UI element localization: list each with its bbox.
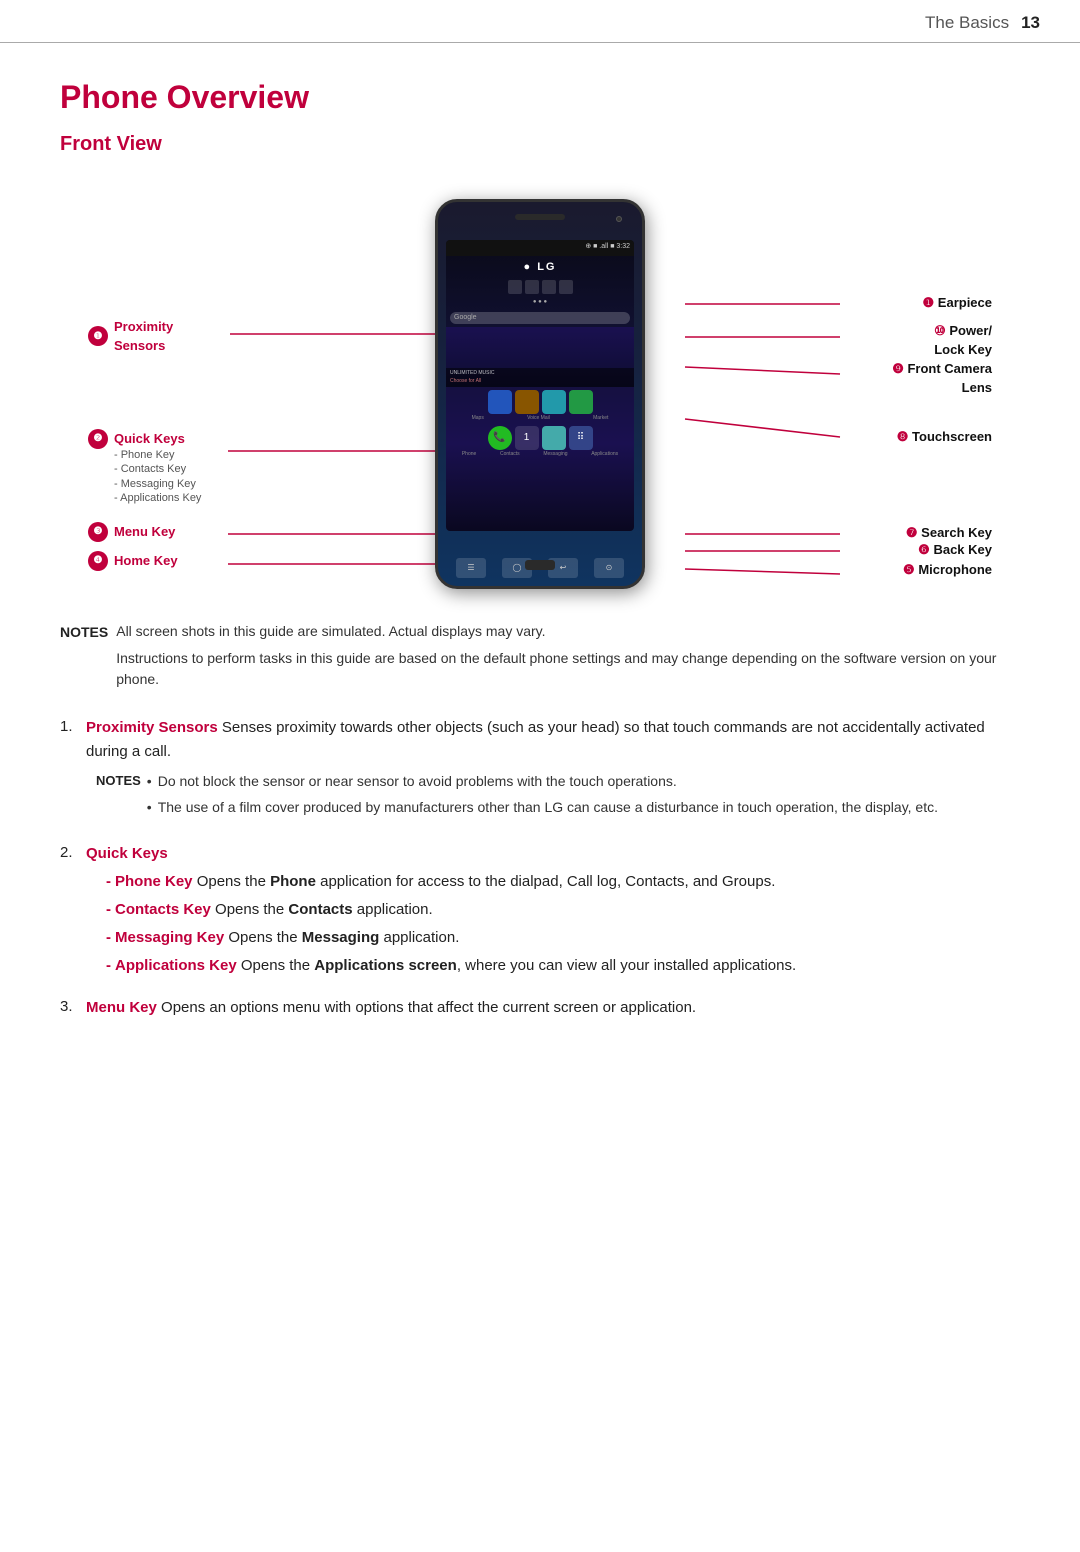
- main-title: Phone Overview: [60, 73, 1020, 121]
- badge-1: ❶: [88, 326, 108, 346]
- notes-section: NOTES All screen shots in this guide are…: [60, 621, 1020, 696]
- label-back-key: ❻ Back Key: [918, 542, 992, 557]
- notes-label: NOTES: [60, 622, 108, 696]
- item-1-notes-label: NOTES: [96, 771, 141, 823]
- label-sensors: Sensors: [114, 336, 173, 356]
- item-1-content: Proximity Sensors Senses proximity towar…: [86, 716, 1020, 829]
- label-earpiece: ❶ Earpiece: [923, 295, 992, 310]
- label-menu-key: Menu Key: [114, 522, 175, 542]
- item-1-note-1: • Do not block the sensor or near sensor…: [147, 770, 938, 792]
- badge-2: ❷: [88, 429, 108, 449]
- dash-1: -: [106, 870, 111, 894]
- list-item-2: 2. Quick Keys - Phone Key Opens the Phon…: [60, 842, 1020, 982]
- item-3-num: 3.: [60, 996, 78, 1019]
- item-2-num: 2.: [60, 842, 78, 865]
- notes-line2: Instructions to perform tasks in this gu…: [116, 648, 1020, 690]
- numbered-list: 1. Proximity Sensors Senses proximity to…: [60, 716, 1020, 1021]
- page-content: Phone Overview Front View: [0, 43, 1080, 1075]
- label-home-key: Home Key: [114, 551, 178, 571]
- phone-key-text: Phone Key Opens the Phone application fo…: [115, 870, 775, 894]
- header-title: The Basics: [925, 10, 1009, 36]
- bullet-1: •: [147, 770, 152, 792]
- diagram: ⊕ ■ .all ■ 3:32 ● LG ● ● ● Google: [60, 189, 1020, 609]
- quick-keys-contacts: - Contacts Key Opens the Contacts applic…: [106, 898, 796, 922]
- quick-keys-phone: - Phone Key Opens the Phone application …: [106, 870, 796, 894]
- badge-4: ❹: [88, 551, 108, 571]
- item-1-notes: NOTES • Do not block the sensor or near …: [86, 770, 1020, 823]
- callout-earpiece: ❶ Earpiece: [923, 292, 992, 315]
- label-microphone: ❺ Microphone: [903, 562, 992, 577]
- item-3-body: Opens an options menu with options that …: [161, 999, 696, 1016]
- quick-keys-applications: - Applications Key Opens the Application…: [106, 954, 796, 978]
- notes-line1: All screen shots in this guide are simul…: [116, 621, 1020, 642]
- item-1-num: 1.: [60, 716, 78, 739]
- dash-2: -: [106, 898, 111, 922]
- item-1-notes-content: • Do not block the sensor or near sensor…: [147, 770, 938, 823]
- note-1-text: Do not block the sensor or near sensor t…: [158, 770, 677, 792]
- quick-keys-subitems: - Phone Key- Contacts Key- Messaging Key…: [114, 448, 201, 505]
- item-3-content: Menu Key Opens an options menu with opti…: [86, 996, 696, 1020]
- list-item-1: 1. Proximity Sensors Senses proximity to…: [60, 716, 1020, 829]
- callout-power-lock: ⑩ Power/ Lock Key: [934, 321, 992, 360]
- callout-menu-key: ❸ Menu Key: [88, 522, 175, 542]
- dash-4: -: [106, 954, 111, 978]
- callout-front-camera: ❾ Front Camera Lens: [892, 359, 992, 398]
- list-item-3: 3. Menu Key Opens an options menu with o…: [60, 996, 1020, 1020]
- quick-keys-list: - Phone Key Opens the Phone application …: [86, 870, 796, 978]
- item-2-content: Quick Keys - Phone Key Opens the Phone a…: [86, 842, 796, 982]
- label-proximity: Proximity: [114, 317, 173, 337]
- item-3-highlight: Menu Key: [86, 999, 157, 1016]
- label-power: ⑩ Power/: [934, 321, 992, 341]
- label-lens: Lens: [892, 378, 992, 398]
- quick-keys-messaging: - Messaging Key Opens the Messaging appl…: [106, 926, 796, 950]
- label-quick-keys: Quick Keys: [114, 429, 201, 449]
- sub-title: Front View: [60, 129, 1020, 159]
- callout-microphone: ❺ Microphone: [903, 559, 992, 582]
- dash-3: -: [106, 926, 111, 950]
- phone-graphic: ⊕ ■ .all ■ 3:32 ● LG ● ● ● Google: [435, 199, 645, 589]
- applications-key-text: Applications Key Opens the Applications …: [115, 954, 796, 978]
- page-number: 13: [1021, 10, 1040, 36]
- callout-touchscreen: ❽ Touchscreen: [897, 426, 992, 449]
- callout-proximity: ❶ Proximity Sensors: [88, 317, 173, 356]
- item-1-body: Senses proximity towards other objects (…: [86, 719, 985, 760]
- page-header: The Basics 13: [0, 0, 1080, 43]
- label-lock: Lock Key: [934, 340, 992, 360]
- item-1-highlight: Proximity Sensors: [86, 719, 218, 736]
- label-search-key: ❼ Search Key: [906, 525, 992, 540]
- contacts-key-text: Contacts Key Opens the Contacts applicat…: [115, 898, 433, 922]
- item-2-highlight: Quick Keys: [86, 845, 168, 862]
- callout-quick-keys: ❷ Quick Keys - Phone Key- Contacts Key- …: [88, 429, 201, 506]
- badge-3: ❸: [88, 522, 108, 542]
- messaging-key-text: Messaging Key Opens the Messaging applic…: [115, 926, 459, 950]
- label-touchscreen: ❽ Touchscreen: [897, 429, 992, 444]
- item-1-note-2: • The use of a film cover produced by ma…: [147, 796, 938, 818]
- notes-text: All screen shots in this guide are simul…: [116, 621, 1020, 696]
- label-front-camera: ❾ Front Camera: [892, 359, 992, 379]
- callout-home-key: ❹ Home Key: [88, 551, 178, 571]
- bullet-2: •: [147, 796, 152, 818]
- note-2-text: The use of a film cover produced by manu…: [158, 796, 938, 818]
